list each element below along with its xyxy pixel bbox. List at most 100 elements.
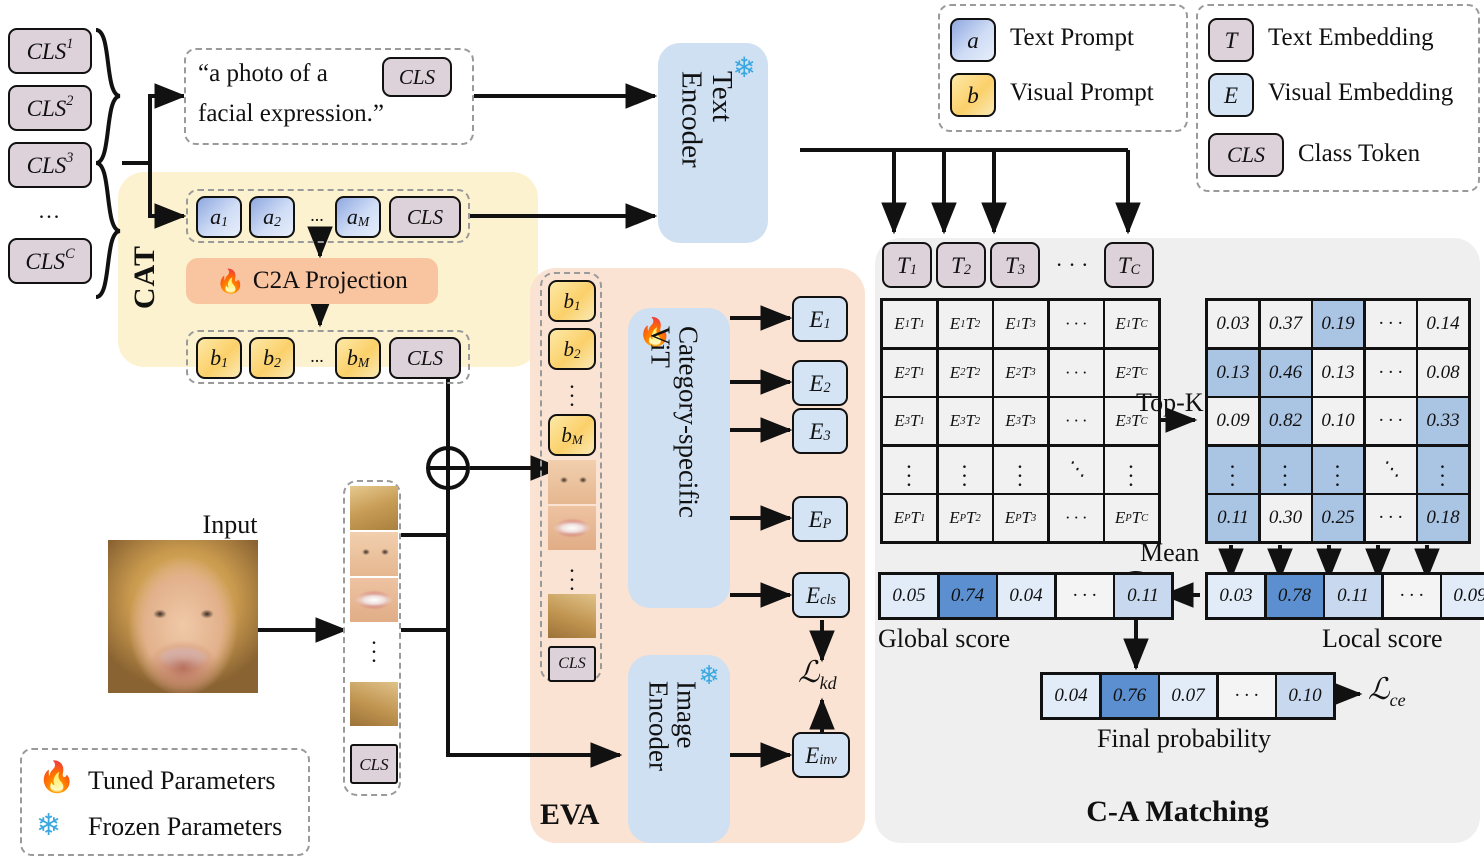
score-matrix: 0.03 0.37 0.19 · · · 0.14 0.13 0.46 0.13… xyxy=(1205,298,1471,544)
legend-T-symbol: T xyxy=(1224,27,1238,53)
cls-token-c: CLS C xyxy=(8,238,92,284)
legend-text-embedding-label: Text Embedding xyxy=(1268,24,1434,51)
TC-sub: C xyxy=(1130,261,1141,278)
sim-cell: E1T3 xyxy=(994,301,1047,347)
score-cell: 0.13 xyxy=(1208,349,1258,396)
similarity-matrix: E1T1 E1T2 E1T3 · · · E1TC E2T1 E2T2 E2T3… xyxy=(880,298,1161,544)
sim-cell-vdots: ... xyxy=(994,446,1047,493)
legend-E-symbol: E xyxy=(1223,82,1239,108)
local-score-label: Local score xyxy=(1322,624,1443,653)
cls-token-ellipsis: ... xyxy=(38,198,62,223)
score-cell-diag-dots: ⋱ xyxy=(1365,446,1416,493)
text-encoder-block[interactable]: ❄ Text Encoder xyxy=(658,43,768,243)
final-probability-row: 0.04 0.76 0.07 · · · 0.10 xyxy=(1040,672,1336,720)
category-specific-vit-block[interactable]: 🔥 Category-specific ViT xyxy=(628,308,730,608)
score-cell: 0.13 xyxy=(1313,349,1363,396)
c2a-projection-block[interactable]: 🔥 C2A Projection xyxy=(186,258,438,304)
fire-icon-legend: 🔥 xyxy=(38,760,76,795)
score-cell-vdots: ... xyxy=(1418,446,1468,493)
embedding-E2-sub: 2 xyxy=(823,379,831,396)
b-row-cls-token: CLS xyxy=(389,337,461,379)
b-token-1: b1 xyxy=(196,337,242,379)
eva-b-token-1-sub: 1 xyxy=(573,298,581,314)
sim-cell-dots: · · · xyxy=(1049,495,1103,541)
a-token-m-label: a xyxy=(346,204,358,229)
cls-token-c-label: CLS xyxy=(25,248,66,274)
eva-patch-hair xyxy=(548,594,596,638)
score-cell-dots: · · · xyxy=(1365,495,1416,541)
legend-visual-prompt-swatch: b xyxy=(950,73,996,117)
cls-token-c-sup: C xyxy=(65,246,75,263)
patch-column-vertical-dots: ... xyxy=(371,624,377,668)
eva-b-token-1: b1 xyxy=(548,280,596,322)
local-score-row: 0.03 0.78 0.11 · · · 0.09 xyxy=(1205,572,1484,620)
score-cell: 0.09 xyxy=(1208,398,1258,444)
legend-CLS-symbol: CLS xyxy=(1227,142,1265,167)
image-encoder-block[interactable]: ❄ Image Encoder xyxy=(628,655,730,843)
eva-b-token-2: b2 xyxy=(548,328,596,370)
score-cell: 0.03 xyxy=(1208,301,1258,347)
class-token-stack: CLS 1 CLS 2 CLS 3 ... CLS C xyxy=(8,28,96,300)
global-score-cell-dots: · · · xyxy=(1056,575,1113,617)
final-prob-cell: 0.07 xyxy=(1160,675,1216,717)
loss-kd: ℒkd xyxy=(798,655,837,694)
global-score-label: Global score xyxy=(878,624,1011,653)
final-prob-cell-dots: · · · xyxy=(1218,675,1275,717)
sim-cell: E3T3 xyxy=(994,398,1047,444)
eva-b-token-2-label: b xyxy=(563,336,574,361)
text-encoder-line1: Text xyxy=(705,71,738,123)
eva-b-token-m-sub: M xyxy=(571,432,583,448)
c2a-projection-label: C2A Projection xyxy=(252,267,408,294)
T2-base: T xyxy=(951,252,964,278)
local-score-cell: 0.11 xyxy=(1325,575,1381,617)
topk-label: Top-K xyxy=(1136,388,1204,417)
T3-sub: 3 xyxy=(1017,261,1025,278)
eva-column-cls-label: CLS xyxy=(558,655,586,672)
patch-hair-bottom xyxy=(350,682,398,726)
legend-class-token-swatch: CLS xyxy=(1208,133,1284,177)
embedding-Einv-sub: inv xyxy=(819,751,837,768)
sim-cell-dots: · · · xyxy=(1049,301,1103,347)
legend-b-symbol: b xyxy=(967,82,979,108)
a-row-cls-label: CLS xyxy=(406,204,444,229)
T3-base: T xyxy=(1005,252,1018,278)
global-score-cell: 0.11 xyxy=(1115,575,1171,617)
eva-patch-mouth xyxy=(548,506,596,550)
patch-column-cls-token: CLS xyxy=(350,744,398,784)
score-cell: 0.46 xyxy=(1260,349,1311,396)
local-score-cell: 0.78 xyxy=(1266,575,1323,617)
a-token-1-sub: 1 xyxy=(221,213,228,229)
cls-token-3-label: CLS xyxy=(26,152,67,178)
sim-cell: E3T1 xyxy=(883,398,936,444)
sim-cell-dots: · · · xyxy=(1049,349,1103,396)
local-score-cell-dots: · · · xyxy=(1383,575,1440,617)
sim-cell: EPT3 xyxy=(994,495,1047,541)
sim-cell: E3T2 xyxy=(938,398,992,444)
legend-visual-embedding-swatch: E xyxy=(1208,73,1254,117)
legend-class-token-label: Class Token xyxy=(1298,140,1421,167)
score-cell: 0.14 xyxy=(1418,301,1468,347)
legend-tuned-parameters-label: Tuned Parameters xyxy=(88,766,276,795)
eva-b-token-1-label: b xyxy=(563,288,574,313)
cls-token-3-sup: 3 xyxy=(66,150,74,167)
legend-a-symbol: a xyxy=(967,27,979,53)
a-token-ellipsis: ... xyxy=(310,205,324,225)
cls-token-1-label: CLS xyxy=(26,38,67,64)
sim-cell: EPT1 xyxy=(883,495,936,541)
b-token-m: bM xyxy=(335,337,381,379)
score-cell-vdots: ... xyxy=(1208,446,1258,493)
b-token-m-sub: M xyxy=(357,354,370,370)
a-token-2-sub: 2 xyxy=(274,213,281,229)
a-token-m: aM xyxy=(335,196,381,238)
embedding-E1: E1 xyxy=(792,296,848,342)
vit-line2: ViT xyxy=(645,326,676,368)
score-cell-dots: · · · xyxy=(1365,398,1416,444)
eva-patch-dots: ... xyxy=(569,552,575,596)
loss-ce-sub: ce xyxy=(1389,690,1406,710)
b-token-1-sub: 1 xyxy=(221,354,228,370)
a-token-m-sub: M xyxy=(357,213,370,229)
patch-eyes xyxy=(350,532,398,576)
score-cell-dots: · · · xyxy=(1365,301,1416,347)
text-embedding-T3: T3 xyxy=(990,242,1040,288)
a-token-row: a1 a2 ... aM CLS xyxy=(186,189,470,243)
